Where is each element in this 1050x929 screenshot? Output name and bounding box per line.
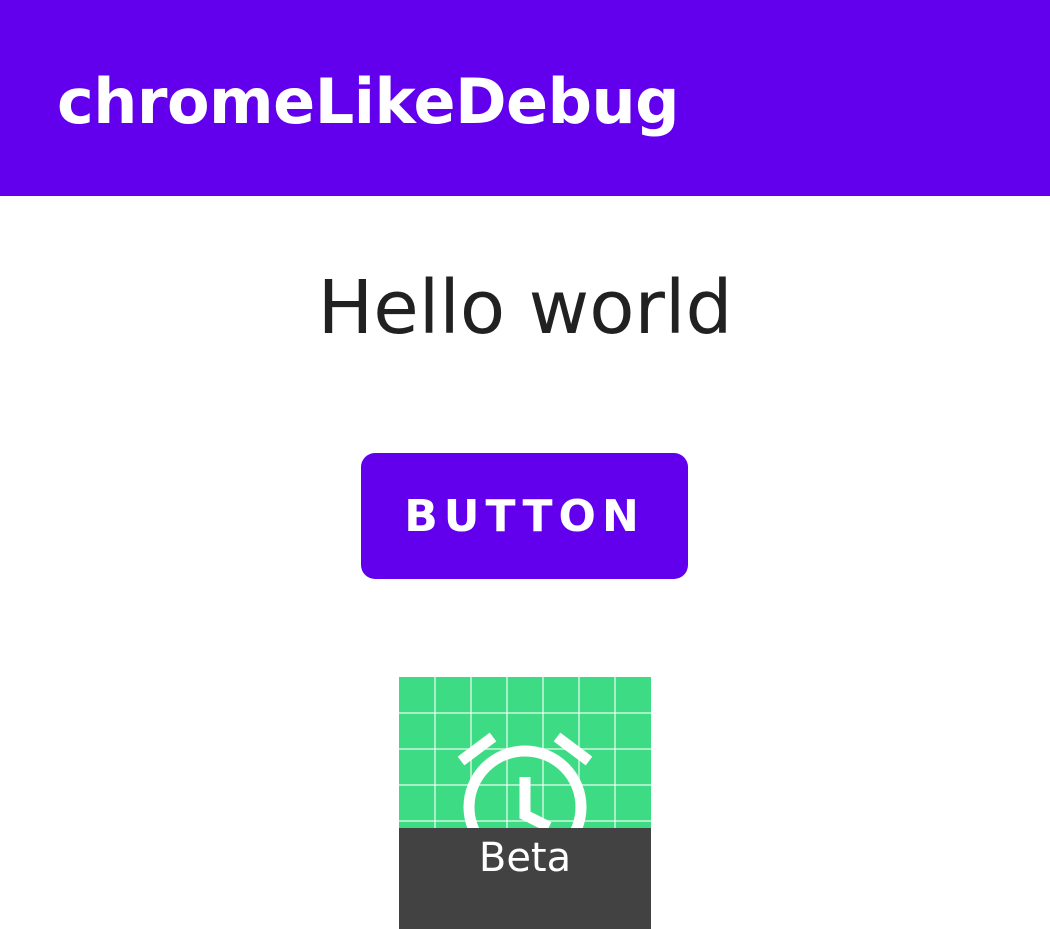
app-title: chromeLikeDebug xyxy=(57,65,680,138)
greeting-text: Hello world xyxy=(317,265,733,351)
beta-label: Beta xyxy=(478,835,572,881)
main-button[interactable]: BUTTON xyxy=(361,453,688,579)
beta-badge: Beta xyxy=(399,828,651,929)
app-bar: chromeLikeDebug xyxy=(0,0,1050,196)
app-icon[interactable]: Beta xyxy=(399,677,651,929)
